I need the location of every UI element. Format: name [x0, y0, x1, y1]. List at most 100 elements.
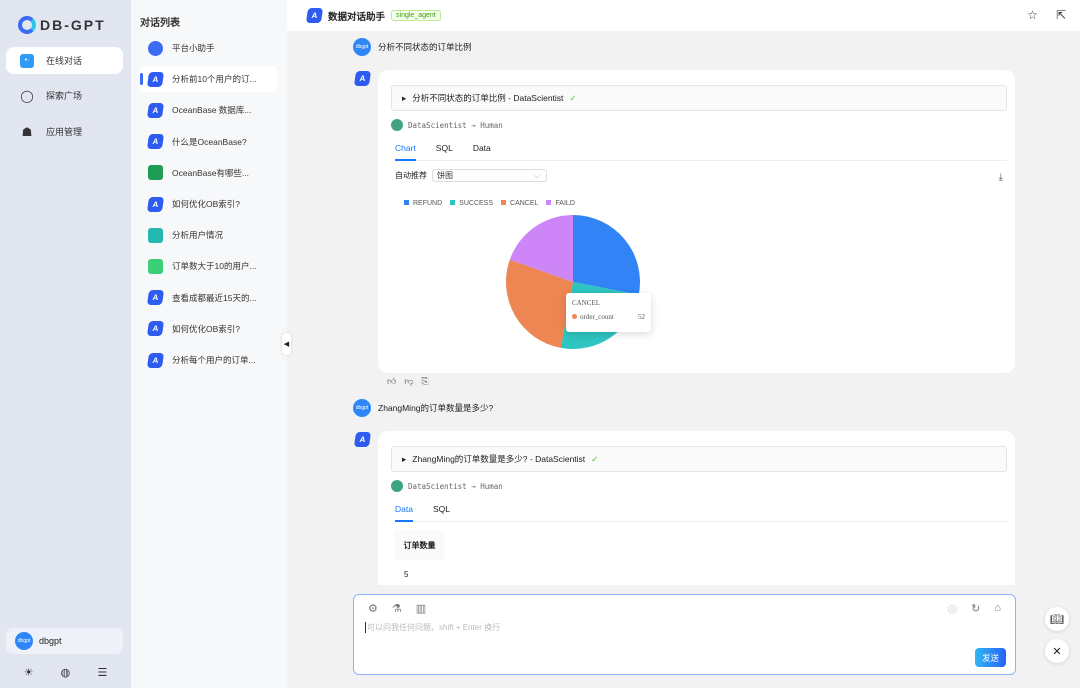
agent-icon: A	[146, 134, 165, 150]
agent-icon: A	[305, 8, 324, 23]
bottom-toolbar: ☀ ◍ ☰	[0, 666, 131, 679]
avatar: dbgpt	[15, 632, 33, 650]
logo-icon	[18, 16, 36, 34]
conversation-item[interactable]: OceanBase有哪些...	[139, 160, 278, 186]
nav-item-chat[interactable]: •· 在线对话	[6, 47, 123, 74]
conversation-item[interactable]: A 如何优化OB索引?	[139, 191, 278, 217]
pause-icon[interactable]: ◎	[948, 602, 958, 615]
check-icon: ✓	[569, 92, 577, 103]
chat-title: 数据对话助手	[328, 11, 386, 23]
conversation-item[interactable]: 订单数大于10的用户...	[139, 253, 278, 279]
settings-icon[interactable]: ⚙	[368, 602, 378, 615]
user-message: dbgpt ZhangMing的订单数量是多少?	[353, 399, 493, 417]
tab-data[interactable]: Data	[473, 143, 491, 160]
legend-item[interactable]: REFUND	[404, 200, 442, 207]
avatar: dbgpt	[353, 399, 371, 417]
refresh-icon[interactable]: ↻	[971, 602, 980, 615]
conversation-item[interactable]: A 查看成都最近15天的...	[139, 285, 278, 311]
clear-icon[interactable]: ⌂	[994, 602, 1001, 615]
conversation-list-title: 对话列表	[140, 18, 180, 29]
nav-item-apps[interactable]: ☗ 应用管理	[6, 118, 123, 145]
conversation-item[interactable]: A 如何优化OB索引?	[139, 316, 278, 342]
series-dot	[572, 314, 577, 319]
chat-icon: •·	[20, 53, 34, 68]
legend-item[interactable]: CANCEL	[501, 200, 538, 207]
chat-input[interactable]: 可以问我任何问题，shift + Enter 换行	[365, 622, 500, 633]
menu-fold-icon[interactable]: ☰	[97, 666, 107, 679]
agent-icon: A	[353, 71, 372, 86]
check-icon: ✓	[591, 453, 599, 464]
knowledge-button[interactable]: 📖︎	[1045, 607, 1069, 631]
send-button[interactable]: 发送	[975, 648, 1006, 667]
legend-swatch	[404, 200, 409, 205]
thumbs-up-icon[interactable]: 👍︎	[387, 376, 396, 387]
agent-icon: A	[146, 352, 165, 368]
pie-chart	[506, 215, 640, 349]
globe-icon[interactable]: ◍	[61, 666, 71, 679]
result-tabs: Data SQL	[395, 504, 1007, 522]
nav-item-explore[interactable]: ◯ 探索广场	[6, 82, 123, 109]
close-button[interactable]: ✕	[1045, 639, 1069, 663]
agent-response-card: ▸ 分析不同状态的订单比例 - DataScientist ✓ DataScient…	[378, 70, 1015, 373]
openai-icon	[391, 480, 403, 492]
result-tabs: Chart SQL Data	[395, 143, 1007, 161]
agent-tag: single_agent	[391, 10, 441, 21]
legend-item[interactable]: FAILD	[546, 200, 575, 207]
collapse-sidebar-button[interactable]: ◀	[282, 333, 291, 355]
agent-icon: A	[146, 102, 165, 118]
sliders-icon[interactable]: ▥	[416, 602, 426, 615]
legend-item[interactable]: SUCCESS	[450, 200, 493, 207]
tab-sql[interactable]: SQL	[433, 504, 450, 521]
dbgpt-icon	[148, 40, 163, 56]
close-icon: ✕	[1052, 645, 1062, 658]
star-icon[interactable]: ☆	[1027, 8, 1038, 22]
agent-response-card: ▸ ZhangMing的订单数量是多少? - DataScientist ✓ Dat…	[378, 431, 1015, 585]
chart-tooltip: CANCEL order_count 52	[566, 293, 651, 332]
conversation-item[interactable]: A 什么是OceanBase?	[139, 129, 278, 155]
conversation-item[interactable]: 分析用户情况	[139, 222, 278, 248]
copy-icon[interactable]: ⎘	[422, 376, 429, 387]
chat-header: A 数据对话助手 single_agent ☆ ⇱	[287, 0, 1080, 31]
table-header: 订单数量	[395, 530, 444, 560]
chart-legend: REFUND SUCCESS CANCEL FAILD	[404, 200, 575, 207]
conversation-item[interactable]: A OceanBase 数据库...	[139, 97, 278, 123]
conversation-item[interactable]: A 分析每个用户的订单...	[139, 347, 278, 373]
user-message: dbgpt 分析不同状态的订单比例	[353, 38, 472, 56]
caret-right-icon: ▸	[402, 453, 407, 464]
table-cell: 5	[404, 570, 409, 579]
flask-icon[interactable]: ⚗	[392, 602, 402, 615]
tab-data[interactable]: Data	[395, 504, 413, 522]
thumbs-down-icon[interactable]: 👎︎	[404, 376, 413, 387]
agent-icon: A	[353, 432, 372, 447]
chat-input-box: ⚙ ⚗ ▥ ◎ ↻ ⌂ 可以问我任何问题，shift + Enter 换行 发送	[353, 594, 1016, 675]
sun-icon[interactable]: ☀	[24, 666, 34, 679]
chart-type-select[interactable]: 饼图 ⌵	[432, 169, 547, 182]
agent-flow: DataScientist → Human	[391, 119, 503, 131]
agent-flow: DataScientist → Human	[391, 480, 503, 492]
agent-icon: A	[146, 290, 165, 306]
legend-swatch	[546, 200, 552, 205]
pie-slice-refund[interactable]	[573, 215, 640, 295]
user-profile[interactable]: dbgpt dbgpt	[6, 628, 123, 654]
explore-icon: ◯	[20, 88, 34, 103]
agent-step[interactable]: ▸ ZhangMing的订单数量是多少? - DataScientist ✓	[391, 446, 1007, 472]
agent-icon: A	[146, 321, 165, 337]
openai-icon	[391, 119, 403, 131]
share-icon[interactable]: ⇱	[1056, 8, 1066, 22]
download-icon[interactable]: ⤓	[999, 172, 1003, 183]
agent-step[interactable]: ▸ 分析不同状态的订单比例 - DataScientist ✓	[391, 85, 1007, 111]
agent-icon: A	[146, 71, 165, 87]
logo: DB-GPT	[18, 16, 106, 34]
message-actions: 👍︎ 👎︎ ⎘	[387, 376, 429, 387]
chevron-down-icon: ⌵	[533, 170, 540, 180]
legend-swatch	[501, 200, 507, 205]
tab-chart[interactable]: Chart	[395, 143, 416, 161]
legend-swatch	[450, 200, 456, 205]
book-icon	[148, 165, 163, 181]
conversation-item[interactable]: A 分析前10个用户的订...	[139, 66, 278, 93]
chart-icon	[148, 258, 163, 274]
avatar: dbgpt	[353, 38, 371, 56]
caret-right-icon: ▸	[402, 92, 407, 103]
tab-sql[interactable]: SQL	[436, 143, 453, 160]
conversation-item[interactable]: 平台小助手	[139, 35, 278, 61]
